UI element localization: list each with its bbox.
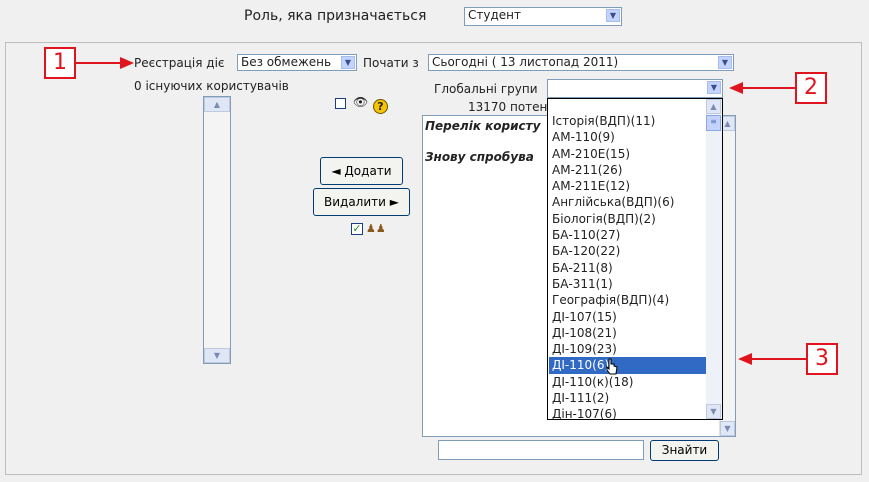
scroll-down-icon[interactable]: ▼ <box>720 421 735 436</box>
dropdown-option[interactable]: ДІ-108(21) <box>549 325 706 341</box>
dropdown-option[interactable]: ДІ-111(2) <box>549 390 706 406</box>
dropdown-option[interactable]: ДІ-107(15) <box>549 309 706 325</box>
callout-1-arrow-icon <box>76 57 134 69</box>
dropdown-option[interactable]: ДІ-110(к)(18) <box>549 374 706 390</box>
start-label: Почати з <box>363 56 419 70</box>
dropdown-option[interactable]: Історія(ВДП)(11) <box>549 113 706 129</box>
dropdown-option[interactable]: БА-311(1) <box>549 276 706 292</box>
show-details-checkbox[interactable] <box>335 98 346 109</box>
start-select-value: Сьогодні ( 13 листопад 2011) <box>432 55 619 69</box>
dropdown-option[interactable]: АМ-110(9) <box>549 129 706 145</box>
potential-retry-text: Знову спробува <box>425 150 534 164</box>
role-select-value: Студент <box>468 8 521 22</box>
dropdown-option[interactable]: АМ-210Е(15) <box>549 146 706 162</box>
callout-2-arrow-icon <box>729 82 795 94</box>
eye-icon: 👁 <box>353 95 369 109</box>
dropdown-option[interactable]: ДІ-109(23) <box>549 341 706 357</box>
duration-select[interactable]: Без обмежень ▼ <box>237 54 357 71</box>
existing-users-list[interactable]: ▲ ▼ <box>203 96 231 364</box>
role-label: Роль, яка призначається <box>244 8 427 24</box>
existing-users-scrollbar[interactable]: ▲ ▼ <box>204 97 230 363</box>
dropdown-scrollbar[interactable]: ▲ ≡ ▼ <box>706 99 722 419</box>
dropdown-option[interactable]: БА-120(22) <box>549 243 706 259</box>
global-groups-options: Історія(ВДП)(11) АМ-110(9) АМ-210Е(15) АМ-2… <box>549 113 706 419</box>
callout-3-arrow-icon <box>738 353 806 365</box>
potential-count-label: 13170 потен <box>468 100 548 114</box>
global-groups-label: Глобальні групи <box>434 82 538 96</box>
callout-1: 1 <box>44 47 76 79</box>
dropdown-option[interactable]: Біологія(ВДП)(2) <box>549 211 706 227</box>
chevron-down-icon: ▼ <box>707 81 721 94</box>
scroll-down-icon[interactable]: ▼ <box>204 348 230 363</box>
dropdown-option[interactable]: Дін-107(6) <box>549 406 706 419</box>
help-icon[interactable]: ? <box>373 99 388 114</box>
dropdown-option[interactable]: АМ-211Е(12) <box>549 178 706 194</box>
remove-button[interactable]: Видалити ► <box>313 188 410 216</box>
search-button[interactable]: Знайти <box>650 440 719 461</box>
dropdown-option[interactable]: Англійська(ВДП)(6) <box>549 194 706 210</box>
role-select[interactable]: Студент ▼ <box>464 7 622 26</box>
callout-3: 3 <box>806 343 838 375</box>
cursor-hand-icon <box>606 358 618 375</box>
dropdown-option[interactable]: ДІ-110(6) <box>549 357 706 374</box>
global-groups-dropdown[interactable]: Історія(ВДП)(11) АМ-110(9) АМ-210Е(15) АМ-2… <box>547 98 723 420</box>
group-checkbox[interactable]: ✓ <box>351 223 363 235</box>
add-button[interactable]: ◄ Додати <box>320 157 403 185</box>
duration-select-value: Без обмежень <box>241 55 332 69</box>
group-icon: ♟♟ <box>366 222 386 235</box>
potential-list-heading: Перелік користу <box>425 119 541 133</box>
chevron-down-icon: ▼ <box>606 9 620 22</box>
dropdown-option[interactable]: БА-110(27) <box>549 227 706 243</box>
callout-2: 2 <box>795 72 827 104</box>
global-groups-select[interactable]: ▼ <box>547 79 723 98</box>
scroll-up-icon[interactable]: ▲ <box>204 97 230 112</box>
dropdown-option[interactable]: АМ-211(26) <box>549 162 706 178</box>
scroll-thumb[interactable]: ≡ <box>706 115 721 131</box>
existing-users-label: 0 існуючих користувачів <box>134 79 289 93</box>
search-input[interactable] <box>438 440 644 460</box>
scroll-up-icon[interactable]: ▲ <box>706 99 721 114</box>
dropdown-option[interactable]: Географія(ВДП)(4) <box>549 292 706 308</box>
scroll-down-icon[interactable]: ▼ <box>706 404 721 419</box>
dropdown-option[interactable]: БА-211(8) <box>549 260 706 276</box>
chevron-down-icon: ▼ <box>718 56 732 69</box>
start-select[interactable]: Сьогодні ( 13 листопад 2011) ▼ <box>428 54 734 71</box>
duration-label: Реєстрація діє <box>134 56 225 70</box>
chevron-down-icon: ▼ <box>341 56 355 69</box>
